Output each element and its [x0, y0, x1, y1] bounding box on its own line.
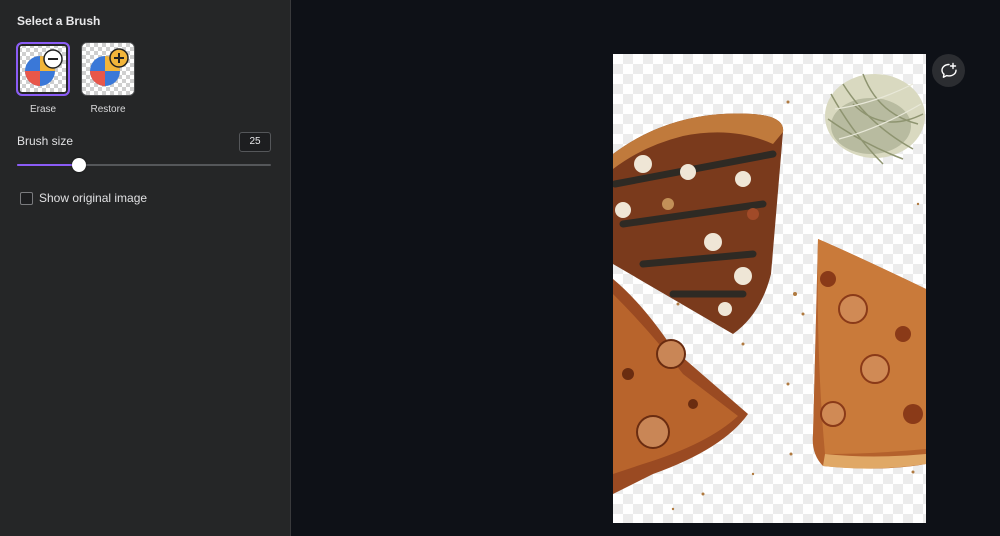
restore-brush-button[interactable] [81, 42, 135, 96]
show-original-toggle[interactable]: Show original image [20, 190, 147, 206]
pizza-slice-right [812, 239, 926, 469]
show-original-label: Show original image [39, 191, 148, 205]
restore-brush-icon [90, 48, 129, 86]
brush-size-slider[interactable] [17, 157, 271, 173]
sprouts-cluster [825, 73, 925, 165]
add-comment-icon [940, 62, 957, 78]
restore-label: Restore [90, 104, 126, 115]
pizza-image[interactable] [613, 54, 926, 523]
show-original-checkbox[interactable] [20, 191, 33, 205]
erase-brush-button[interactable] [16, 42, 70, 96]
brush-size-input[interactable]: 25 [239, 132, 271, 152]
panel-title: Select a Brush [17, 14, 101, 28]
erase-label: Erase [29, 104, 57, 115]
pizza-slices-illustration [613, 73, 926, 511]
slider-fill [17, 164, 80, 166]
add-comment-button[interactable] [932, 54, 965, 87]
pizza-slice-top [613, 113, 784, 334]
erase-brush-icon [25, 49, 63, 86]
brush-panel: Select a Brush Erase Restore Brush size … [0, 0, 291, 536]
slider-thumb[interactable] [72, 158, 87, 172]
brush-size-label: Brush size [17, 134, 74, 148]
